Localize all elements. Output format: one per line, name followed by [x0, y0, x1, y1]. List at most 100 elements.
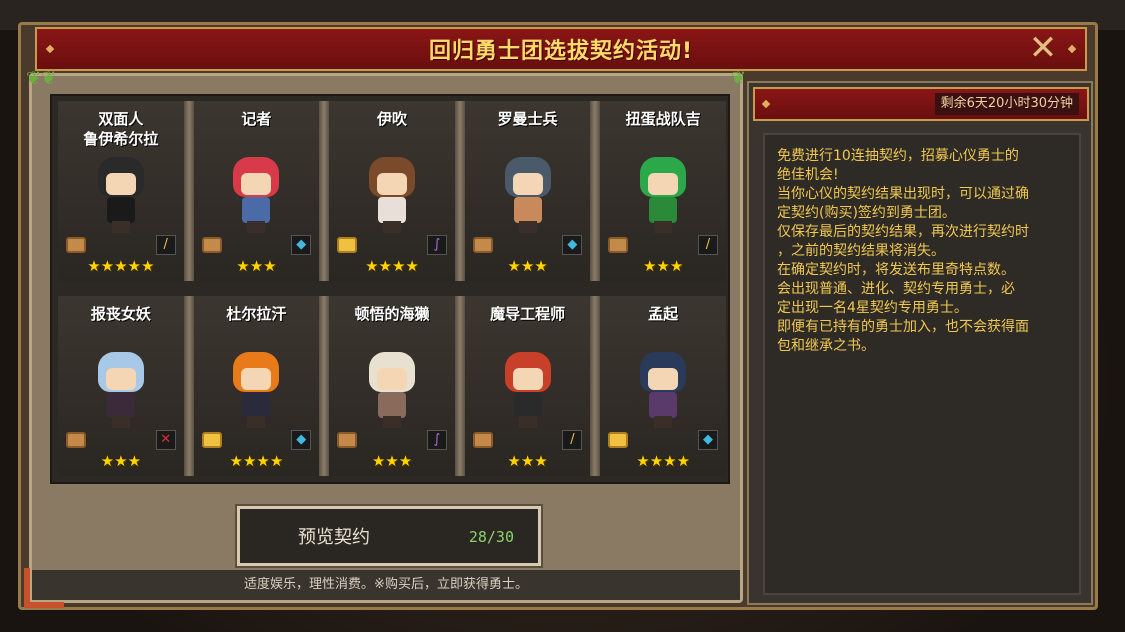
hero-card[interactable]: 孟起 ◆ ★★★★: [600, 296, 726, 476]
hero-outfit: [649, 197, 678, 223]
hero-card[interactable]: 记者 ◆ ★★★: [193, 101, 320, 281]
preview-contract-label: 预览契约: [298, 527, 370, 548]
contract-counter: 28/30: [468, 528, 514, 546]
contract-scroll-icon: [472, 237, 493, 253]
star-rating: ★★★★: [365, 257, 419, 275]
description-line: 仅保存最后的契约结果，再次进行契约时: [777, 224, 1029, 240]
hero-card[interactable]: 杜尔拉汗 ◆ ★★★★: [193, 296, 320, 476]
description-line: ，之前的契约结果将消失。: [777, 243, 945, 259]
hero-face: [512, 173, 543, 195]
hero-sprite: [361, 153, 423, 233]
hero-name: 魔导工程师: [490, 305, 566, 323]
sword-weapon-icon: /: [562, 430, 583, 450]
hero-legs: [383, 416, 401, 428]
close-button[interactable]: ✕: [1027, 31, 1059, 65]
hero-legs: [111, 221, 130, 233]
hero-name: 伊吹: [376, 110, 407, 128]
description-line: 在确定契约时，将发送布里奇特点数。: [777, 262, 1015, 278]
hero-outfit: [649, 392, 678, 418]
close-x-icon[interactable]: ✕: [1029, 28, 1058, 68]
hero-card[interactable]: 双面人 鲁伊希尔拉 / ★★★★★: [58, 101, 184, 281]
hero-row-2: 报丧女妖 ✕ ★★★ 杜尔拉汗 ◆ ★★★★ 顿悟的海獭 ∫ ★★★ 魔导工程师…: [58, 296, 726, 476]
vine-decoration-icon: ❦❦: [26, 68, 57, 89]
description-line: 会出现普通、进化、契约专用勇士，必: [777, 281, 1015, 297]
hero-card[interactable]: 罗曼士兵 ◆ ★★★: [464, 101, 591, 281]
pillar-divider: [454, 296, 465, 476]
description-line: 绝佳机会!: [777, 167, 839, 183]
pillar-divider: [454, 101, 465, 281]
hero-legs: [654, 221, 673, 233]
contract-event-dialog: 回归勇士团选拔契约活动! ✕ ❦❦ ❦ 双面人 鲁伊希尔拉 / ★★★★★ 记者: [18, 22, 1098, 610]
hero-sprite: [361, 348, 423, 428]
description-line: 当你心仪的契约结果出现时，可以通过确: [777, 186, 1029, 202]
description-line: 定契约(购买)签约到勇士团。: [777, 205, 956, 221]
hero-outfit: [106, 392, 135, 418]
hero-legs: [383, 221, 401, 233]
contract-scroll-icon: [337, 237, 358, 253]
timer-banner: 剩余6天20小时30分钟: [753, 87, 1089, 121]
info-panel: 剩余6天20小时30分钟 免费进行10连抽契约，招募心仪勇士的 绝佳机会! 当你心仪…: [747, 81, 1093, 605]
hero-name: 报丧女妖: [90, 305, 151, 323]
hero-outfit: [106, 197, 135, 223]
hero-face: [648, 173, 679, 195]
contract-scroll-icon: [608, 237, 629, 253]
hero-name: 记者: [241, 110, 272, 128]
sword-weapon-icon: /: [698, 235, 718, 255]
hero-sprite: [497, 348, 559, 428]
description-line: 包和继承之书。: [777, 338, 875, 354]
hero-sprite: [632, 348, 694, 428]
star-rating: ★★★★★: [87, 257, 155, 275]
hero-sprite: [632, 153, 694, 233]
hero-face: [241, 368, 272, 390]
remaining-time: 剩余6天20小时30分钟: [934, 93, 1079, 115]
hero-roster-panel: ❦❦ ❦ 双面人 鲁伊希尔拉 / ★★★★★ 记者 ◆ ★★★ 伊吹 ∫ ★★★…: [24, 68, 746, 608]
banner-ornament-icon: [1067, 44, 1077, 54]
hero-outfit: [242, 392, 271, 418]
dialog-title: 回归勇士团选拔契约活动!: [428, 39, 694, 64]
hero-outfit: [513, 197, 542, 223]
banner-ornament-icon: [45, 44, 55, 54]
contract-scroll-icon: [201, 432, 222, 448]
star-rating: ★★★: [236, 257, 277, 275]
hero-legs: [654, 416, 673, 428]
hero-face: [105, 368, 136, 390]
hero-legs: [247, 221, 266, 233]
hero-row-1: 双面人 鲁伊希尔拉 / ★★★★★ 记者 ◆ ★★★ 伊吹 ∫ ★★★★ 罗曼士…: [58, 101, 726, 281]
hero-card[interactable]: 扭蛋战队吉 / ★★★: [600, 101, 726, 281]
bow-weapon-icon: ◆: [698, 430, 718, 450]
hero-sprite: [225, 348, 287, 428]
vine-decoration-icon: ❦: [730, 68, 746, 89]
pillar-divider: [319, 296, 330, 476]
contract-scroll-icon: [472, 432, 493, 448]
sword-weapon-icon: /: [155, 235, 176, 255]
preview-contract-button[interactable]: 预览契约 28/30: [237, 506, 541, 566]
staff-weapon-icon: ∫: [426, 430, 447, 450]
bow-weapon-icon: ◆: [291, 430, 312, 450]
game-screen: 回归勇士团选拔契约活动! ✕ ❦❦ ❦ 双面人 鲁伊希尔拉 / ★★★★★ 记者: [0, 0, 1125, 632]
hero-outfit: [378, 392, 406, 418]
title-banner: 回归勇士团选拔契约活动! ✕: [35, 27, 1087, 71]
hero-legs: [518, 221, 537, 233]
star-rating: ★★★: [507, 452, 548, 470]
hero-sprite: [90, 153, 152, 233]
hero-name: 罗曼士兵: [497, 110, 558, 128]
contract-scroll-icon: [66, 432, 86, 448]
pillar-divider: [590, 296, 601, 476]
staff-weapon-icon: ∫: [426, 235, 447, 255]
hero-outfit: [242, 197, 271, 223]
hero-outfit: [513, 392, 542, 418]
hero-card[interactable]: 魔导工程师 / ★★★: [464, 296, 591, 476]
description-line: 即便有已持有的勇士加入，也不会获得面: [777, 319, 1029, 335]
pillar-divider: [590, 101, 601, 281]
hero-sprite: [497, 153, 559, 233]
hero-grid: 双面人 鲁伊希尔拉 / ★★★★★ 记者 ◆ ★★★ 伊吹 ∫ ★★★★ 罗曼士…: [50, 94, 730, 484]
star-rating: ★★★: [371, 452, 413, 470]
hero-sprite: [225, 153, 287, 233]
description-line: 免费进行10连抽契约，招募心仪勇士的: [777, 148, 1019, 164]
pillar-divider: [183, 296, 194, 476]
event-description: 免费进行10连抽契约，招募心仪勇士的 绝佳机会! 当你心仪的契约结果出现时，可以通过…: [763, 133, 1081, 595]
hero-card[interactable]: 报丧女妖 ✕ ★★★: [58, 296, 184, 476]
hero-card[interactable]: 顿悟的海獭 ∫ ★★★: [329, 296, 455, 476]
corner-decoration: [24, 568, 64, 608]
hero-card[interactable]: 伊吹 ∫ ★★★★: [329, 101, 455, 281]
